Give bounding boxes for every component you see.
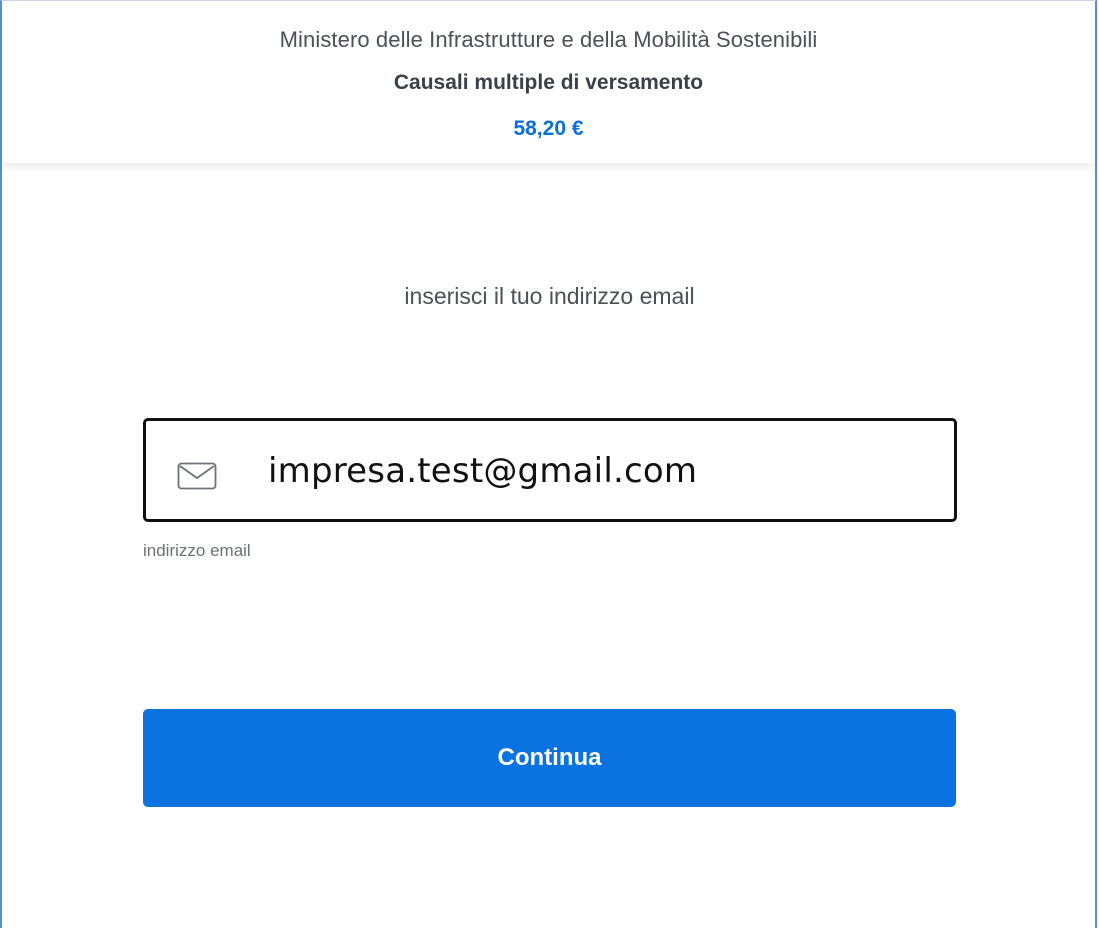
email-input[interactable]: impresa.test@gmail.com (143, 418, 957, 522)
email-value[interactable]: impresa.test@gmail.com (268, 451, 697, 491)
payment-amount: 58,20 € (513, 117, 584, 140)
continue-button[interactable]: Continua (143, 709, 956, 807)
payment-subject: Causali multiple di versamento (393, 71, 704, 94)
organization-name: Ministero delle Infrastrutture e della M… (279, 27, 818, 52)
email-prompt: inserisci il tuo indirizzo email (404, 283, 695, 309)
email-field-hint: indirizzo email (143, 541, 251, 560)
payment-header: Ministero delle Infrastrutture e della M… (2, 1, 1095, 163)
mail-icon (177, 462, 217, 490)
